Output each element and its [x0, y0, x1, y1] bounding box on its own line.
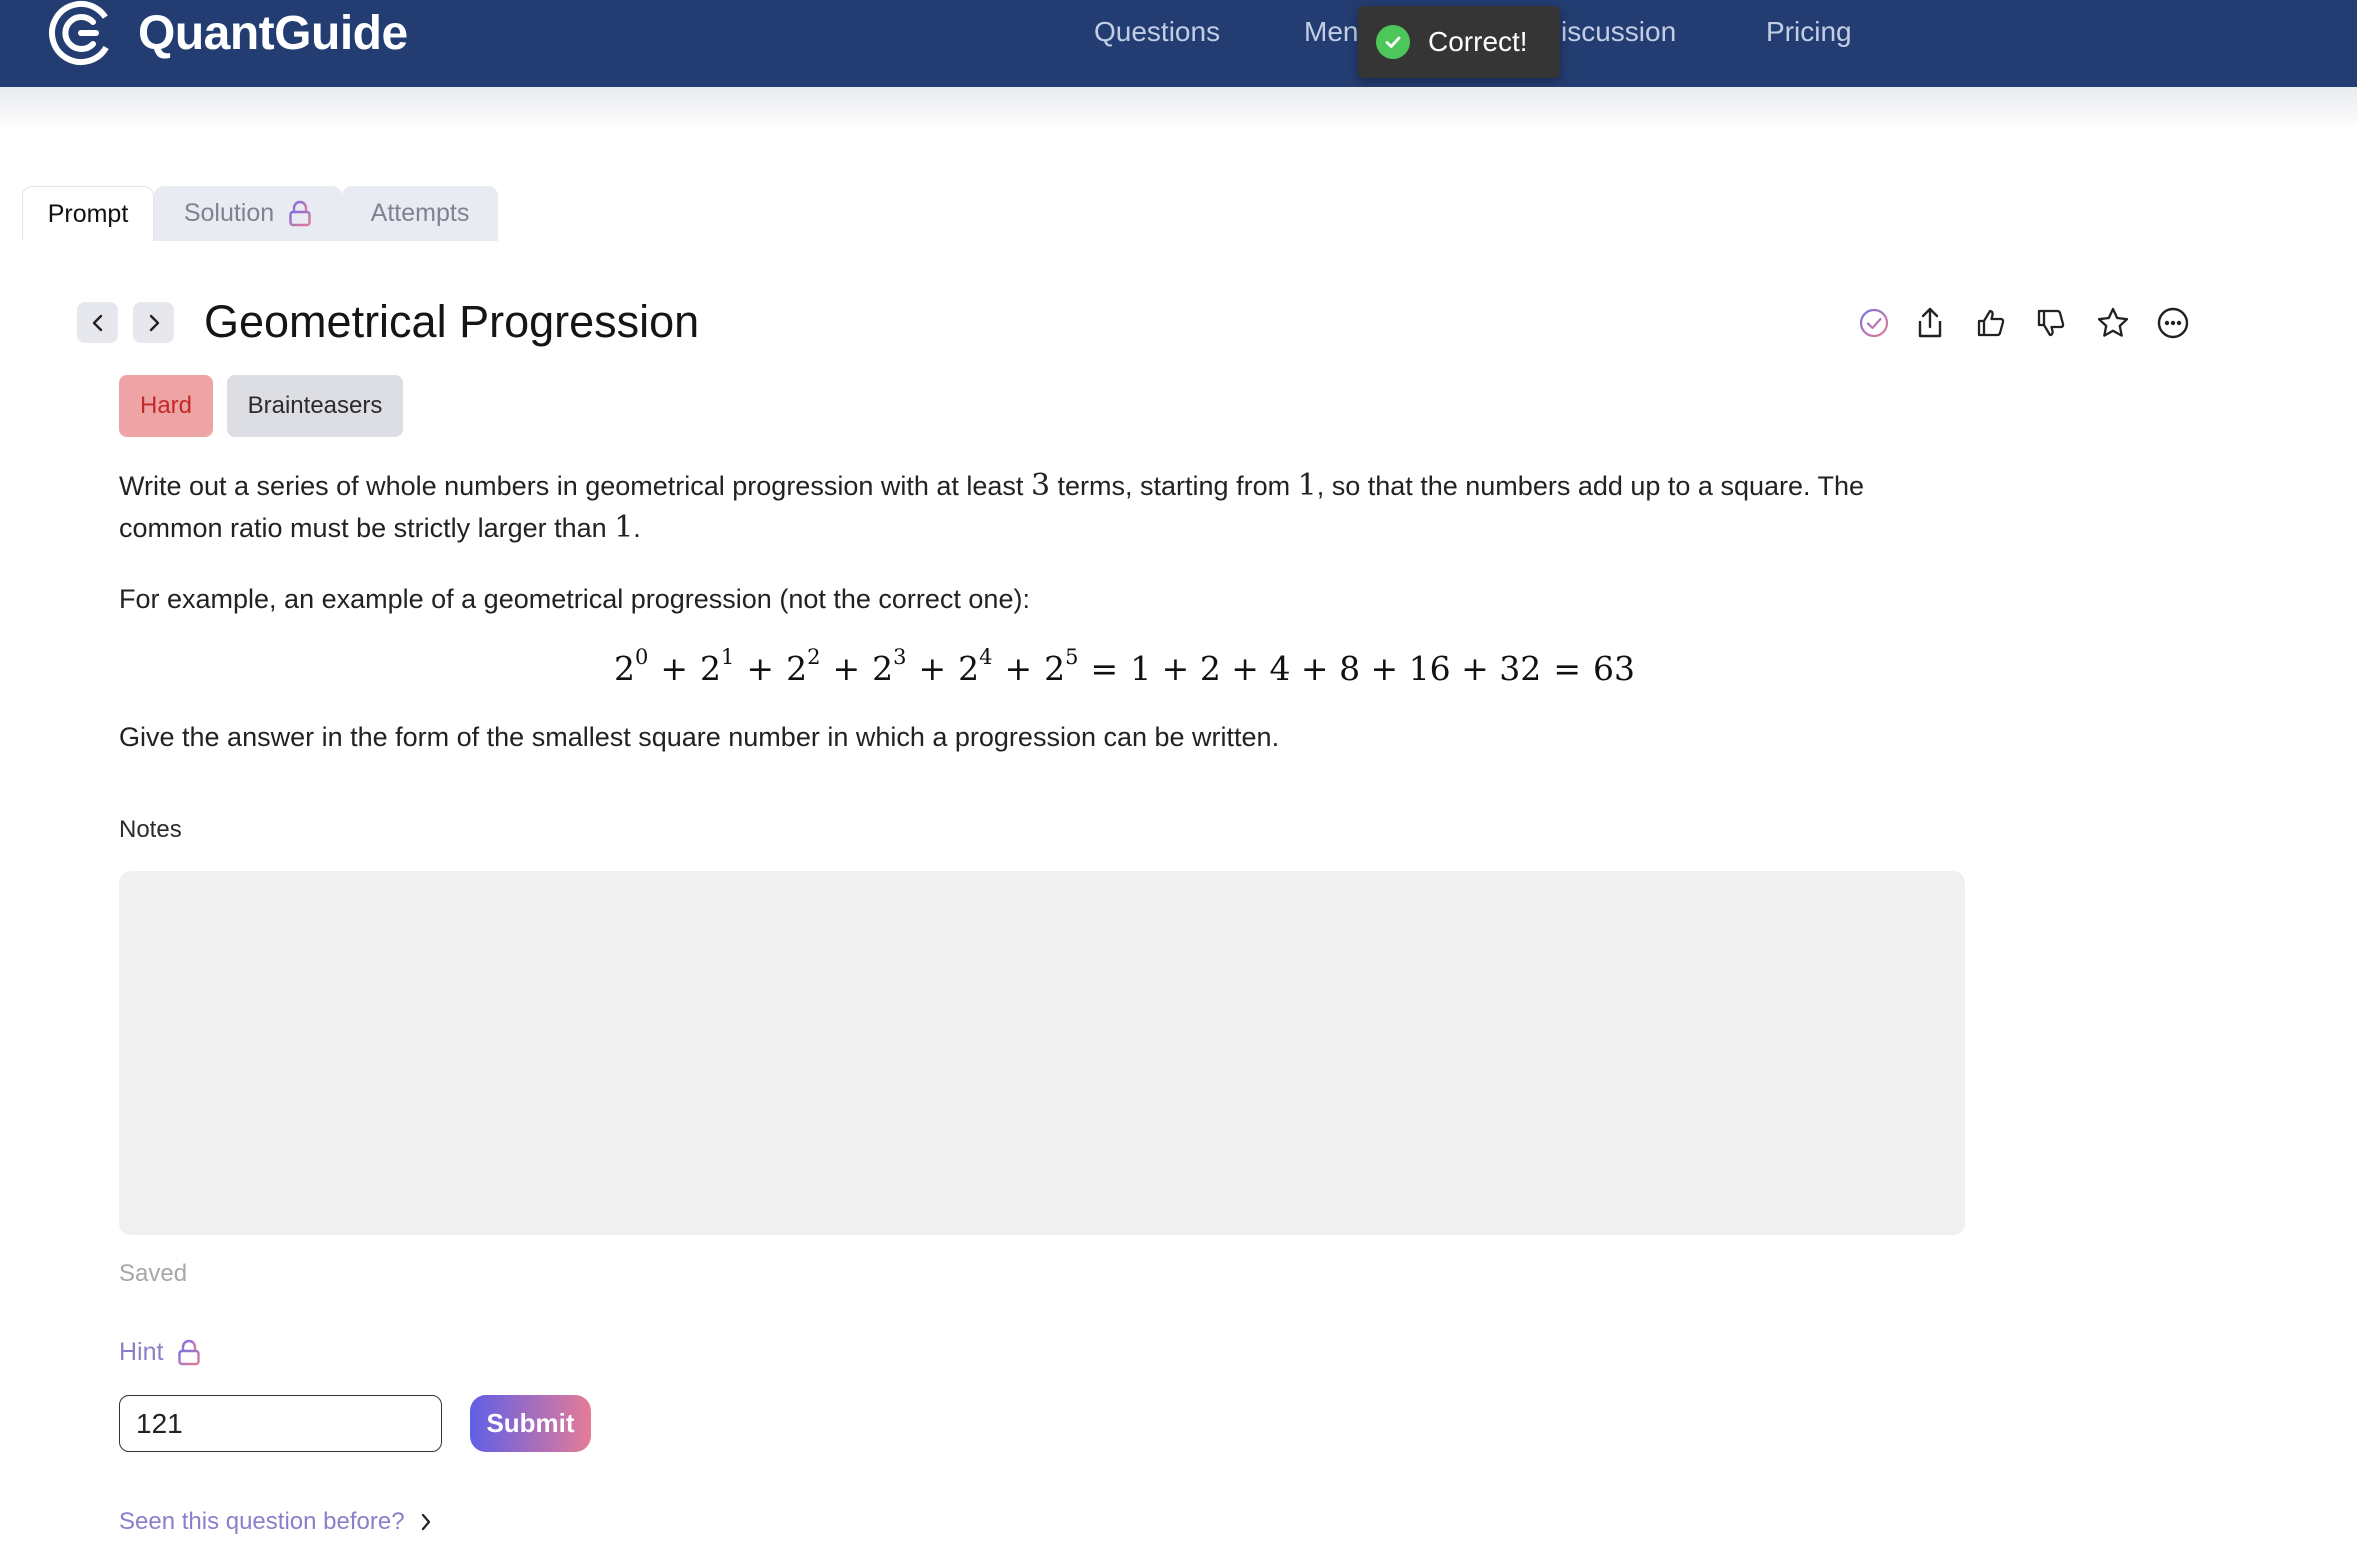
equation-term: 21 — [700, 644, 735, 688]
tab-attempts-label: Attempts — [370, 199, 470, 227]
tab-prompt-label: Prompt — [47, 199, 129, 228]
tab-attempts[interactable]: Attempts — [342, 186, 498, 241]
equation-expanded: 1 + 2 + 4 + 8 + 16 + 32 — [1130, 648, 1542, 688]
quantguide-logo-icon — [49, 1, 113, 65]
notes-saved-status: Saved — [119, 1260, 188, 1287]
equation-term: 24 — [958, 644, 993, 688]
answer-input[interactable] — [119, 1395, 442, 1452]
math-number: 1 — [614, 510, 634, 545]
math-number: 3 — [1030, 468, 1051, 503]
hint-link[interactable]: Hint — [119, 1338, 201, 1367]
nav-discussion-link[interactable]: iscussion — [1561, 14, 1676, 50]
star-icon[interactable] — [2094, 304, 2132, 342]
notes-textarea[interactable] — [119, 871, 1965, 1235]
equation-term: 25 — [1044, 644, 1079, 688]
equation-plus: + — [832, 648, 861, 688]
prompt-paragraph-1: Write out a series of whole numbers in g… — [119, 465, 1864, 549]
difficulty-badge: Hard — [119, 375, 213, 437]
hint-label: Hint — [119, 1338, 164, 1366]
lock-icon — [178, 1339, 201, 1365]
lock-icon — [289, 200, 311, 226]
toast-message: Correct! — [1428, 26, 1528, 57]
share-icon[interactable] — [1911, 304, 1949, 342]
prompt-paragraph-3: Give the answer in the form of the small… — [119, 722, 1280, 752]
equation-equals: = — [1553, 648, 1581, 688]
equation-plus: + — [1004, 648, 1033, 688]
thumbs-up-icon[interactable] — [1972, 304, 2010, 342]
chevron-left-icon — [92, 314, 102, 331]
equation-plus: + — [918, 648, 947, 688]
chevron-right-icon — [149, 314, 159, 331]
notes-label: Notes — [119, 816, 182, 843]
prompt-text: . — [633, 513, 641, 543]
question-title: Geometrical Progression — [204, 296, 700, 347]
equation-term: 23 — [872, 644, 907, 688]
question-tabs: Prompt Solution Attempts — [22, 186, 498, 241]
prompt-text: , so that the numbers add up to a square… — [1316, 471, 1865, 501]
equation-term: 20 — [614, 644, 649, 688]
seen-before-link[interactable]: Seen this question before? — [119, 1508, 433, 1536]
next-question-button[interactable] — [133, 302, 174, 343]
tab-solution[interactable]: Solution — [154, 186, 342, 241]
prompt-paragraph-2: For example, an example of a geometrical… — [119, 584, 1030, 614]
tab-prompt[interactable]: Prompt — [22, 186, 154, 241]
equation-total: 63 — [1592, 648, 1635, 688]
example-equation: 20 + 21 + 22 + 23 + 24 + 25 = 1 + 2 + 4 … — [614, 640, 1635, 696]
prompt-text: terms, starting from — [1050, 471, 1298, 501]
category-tag[interactable]: Brainteasers — [227, 375, 403, 437]
equation-plus: + — [746, 648, 775, 688]
math-number: 1 — [1297, 468, 1317, 503]
brand-logo[interactable]: QuantGuide — [48, 0, 408, 66]
check-circle-icon — [1376, 25, 1410, 59]
nav-pricing-link[interactable]: Pricing — [1766, 14, 1852, 50]
chevron-right-icon — [421, 1513, 430, 1531]
nav-questions-link[interactable]: Questions — [1094, 14, 1220, 50]
solved-check-icon — [1855, 304, 1893, 342]
equation-term: 22 — [786, 644, 821, 688]
tab-solution-label: Solution — [183, 199, 275, 227]
nav-mentorship-link[interactable]: Men — [1304, 14, 1358, 50]
equation-equals: = — [1090, 648, 1119, 688]
thumbs-down-icon[interactable] — [2032, 304, 2070, 342]
prompt-text: common ratio must be strictly larger tha… — [119, 513, 615, 543]
equation-plus: + — [660, 648, 689, 688]
brand-name: QuantGuide — [138, 6, 408, 60]
previous-question-button[interactable] — [77, 302, 118, 343]
more-options-icon[interactable] — [2154, 304, 2192, 342]
submit-button[interactable]: Submit — [470, 1395, 591, 1452]
seen-before-label: Seen this question before? — [119, 1508, 405, 1535]
topbar-shadow — [0, 87, 2357, 131]
top-navigation-bar: QuantGuide Questions Men iscussion Prici… — [0, 0, 2357, 87]
correct-toast: Correct! — [1358, 6, 1560, 78]
prompt-text: Write out a series of whole numbers in g… — [119, 471, 1031, 501]
